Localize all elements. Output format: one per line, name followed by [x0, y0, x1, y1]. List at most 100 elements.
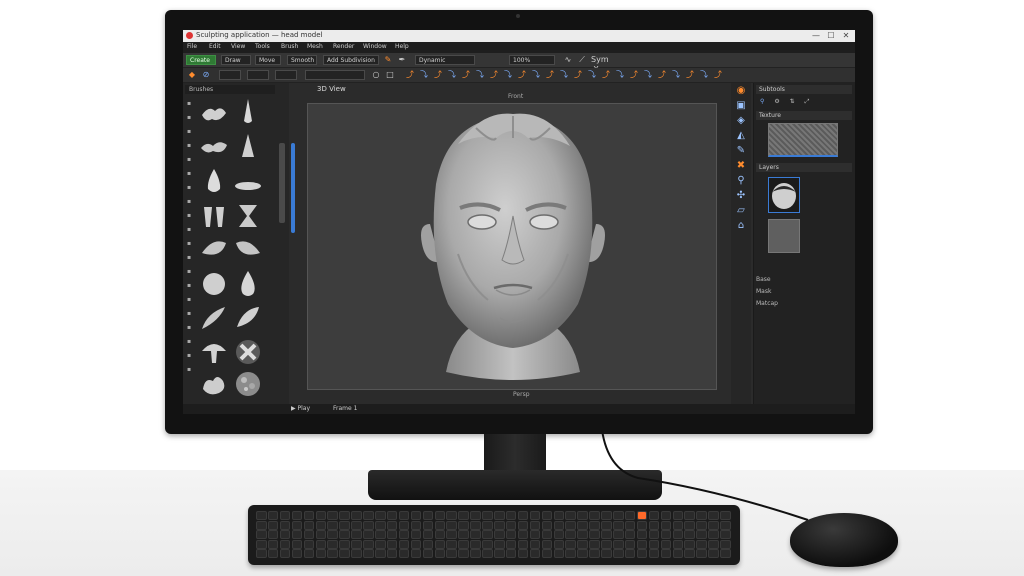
zoom-select[interactable]: 100% [509, 55, 555, 65]
category-icon[interactable]: ▪ [183, 111, 195, 125]
stroke-icon-2[interactable]: ⤵ [419, 70, 429, 80]
stroke-icon-23[interactable]: ⤴ [713, 70, 723, 80]
category-icon[interactable]: ▪ [183, 293, 195, 307]
brush-tool-icon[interactable]: ✎ [383, 55, 393, 65]
size-select[interactable] [247, 70, 269, 80]
stroke-icon-19[interactable]: ⤴ [657, 70, 667, 80]
row-base[interactable]: Base [756, 275, 852, 285]
sort-icon[interactable]: ⇅ [790, 98, 795, 105]
diamond-icon[interactable]: ◆ [187, 70, 197, 80]
stroke-icon-20[interactable]: ⤵ [671, 70, 681, 80]
stroke-icon-6[interactable]: ⤵ [475, 70, 485, 80]
smooth-field[interactable]: Smooth [287, 55, 317, 65]
brush-cross-thumbnail[interactable] [233, 337, 263, 367]
brush-sphere-thumbnail[interactable] [199, 269, 229, 299]
category-icon[interactable]: ▪ [183, 181, 195, 195]
search-icon[interactable]: ⚲ [760, 98, 764, 105]
close-button[interactable]: ✕ [839, 30, 853, 42]
stroke-icon-15[interactable]: ⤴ [601, 70, 611, 80]
stroke-icon-11[interactable]: ⤴ [545, 70, 555, 80]
brush-drop-thumbnail[interactable] [199, 167, 229, 197]
expand-icon[interactable]: ⤢ [805, 98, 810, 105]
menu-edit[interactable]: Edit [209, 43, 221, 50]
menu-render[interactable]: Render [333, 43, 354, 50]
brush-petal-thumbnail[interactable] [233, 303, 263, 333]
category-icon[interactable]: ▪ [183, 307, 195, 321]
dynamic-field[interactable]: Dynamic [415, 55, 475, 65]
shape-circle-icon[interactable]: ○ [371, 70, 381, 80]
texture-section-header[interactable]: Texture [756, 111, 852, 120]
puzzle-icon[interactable]: ✣ [731, 188, 751, 203]
pen-icon[interactable]: ✎ [731, 143, 751, 158]
category-icon[interactable]: ▪ [183, 167, 195, 181]
knife-tool-icon[interactable]: ⟋ [577, 55, 587, 65]
sculpt-canvas[interactable]: Front Persp [307, 93, 718, 398]
stroke-icon-10[interactable]: ⤵ [531, 70, 541, 80]
head-model[interactable] [308, 104, 718, 391]
curve-tool-icon[interactable]: ∿ [563, 55, 573, 65]
stroke-icon-21[interactable]: ⤴ [685, 70, 695, 80]
strength-select[interactable] [275, 70, 297, 80]
category-icon[interactable]: ▪ [183, 363, 195, 377]
stroke-icon-1[interactable]: ⤴ [405, 70, 415, 80]
category-icon[interactable]: ▪ [183, 321, 195, 335]
draw-field[interactable]: Draw [221, 55, 251, 65]
category-icon[interactable]: ▪ [183, 265, 195, 279]
category-icon[interactable]: ▪ [183, 125, 195, 139]
category-icon[interactable]: ▪ [183, 251, 195, 265]
stroke-icon-22[interactable]: ⤵ [699, 70, 709, 80]
layer-thumbnail-blank[interactable] [768, 219, 800, 253]
subdivision-field[interactable]: Add Subdivision [323, 55, 379, 65]
chat-icon[interactable]: ◈ [731, 113, 751, 128]
row-matcap[interactable]: Matcap [756, 299, 852, 309]
pin-icon[interactable]: ⚲ [731, 173, 751, 188]
menu-help[interactable]: Help [395, 43, 409, 50]
brush-splat-thumbnail[interactable] [199, 133, 229, 163]
lock-icon[interactable]: ⌂ [731, 218, 751, 233]
category-icon[interactable]: ▪ [183, 349, 195, 363]
minimize-button[interactable]: — [809, 30, 823, 42]
stroke-icon-8[interactable]: ⤵ [503, 70, 513, 80]
viewport-scrollbar[interactable] [291, 143, 295, 233]
category-icon[interactable]: ▪ [183, 237, 195, 251]
category-icon[interactable]: ▪ [183, 223, 195, 237]
brush-palette-scrollbar[interactable] [279, 143, 285, 223]
brush-mushroom-thumbnail[interactable] [199, 337, 229, 367]
stroke-icon-4[interactable]: ⤵ [447, 70, 457, 80]
layers-icon[interactable]: ◭ [731, 128, 751, 143]
move-field[interactable]: Move [255, 55, 281, 65]
stroke-icon-9[interactable]: ⤴ [517, 70, 527, 80]
brush-spike-thumbnail[interactable] [233, 97, 263, 127]
category-icon[interactable]: ▪ [183, 97, 195, 111]
menu-window[interactable]: Window [363, 43, 387, 50]
brush-pillars-thumbnail[interactable] [199, 201, 229, 231]
category-icon[interactable]: ▪ [183, 209, 195, 223]
stroke-icon-14[interactable]: ⤵ [587, 70, 597, 80]
brush-lumpy-thumbnail[interactable] [199, 369, 229, 399]
layer-thumbnail-head[interactable] [768, 177, 800, 213]
category-icon[interactable]: ▪ [183, 153, 195, 167]
subtools-header[interactable]: Subtools [756, 85, 852, 94]
layers-section-header[interactable]: Layers [756, 163, 852, 172]
menu-view[interactable]: View [231, 43, 245, 50]
menu-file[interactable]: File [187, 43, 197, 50]
stroke-icon-13[interactable]: ⤴ [573, 70, 583, 80]
play-button[interactable]: ▶ Play [291, 405, 310, 412]
brush-leaf2-thumbnail[interactable] [233, 235, 263, 265]
menu-mesh[interactable]: Mesh [307, 43, 323, 50]
target-icon[interactable]: ◉ [731, 83, 751, 98]
brush-leaf-thumbnail[interactable] [199, 235, 229, 265]
brush-blob-thumbnail[interactable] [199, 99, 229, 129]
category-icon[interactable]: ▪ [183, 335, 195, 349]
cross-icon[interactable]: ✖ [731, 158, 751, 173]
mode-select[interactable] [219, 70, 241, 80]
stroke-icon-16[interactable]: ⤵ [615, 70, 625, 80]
shape-box-icon[interactable]: □ [385, 70, 395, 80]
symmetry-label[interactable]: Sym X [591, 55, 609, 74]
viewport-tab[interactable]: 3D View [317, 85, 346, 93]
stroke-icon-3[interactable]: ⤴ [433, 70, 443, 80]
row-mask[interactable]: Mask [756, 287, 852, 297]
menu-tools[interactable]: Tools [255, 43, 270, 50]
category-icon[interactable]: ▪ [183, 195, 195, 209]
brush-claw-thumbnail[interactable] [199, 303, 229, 333]
